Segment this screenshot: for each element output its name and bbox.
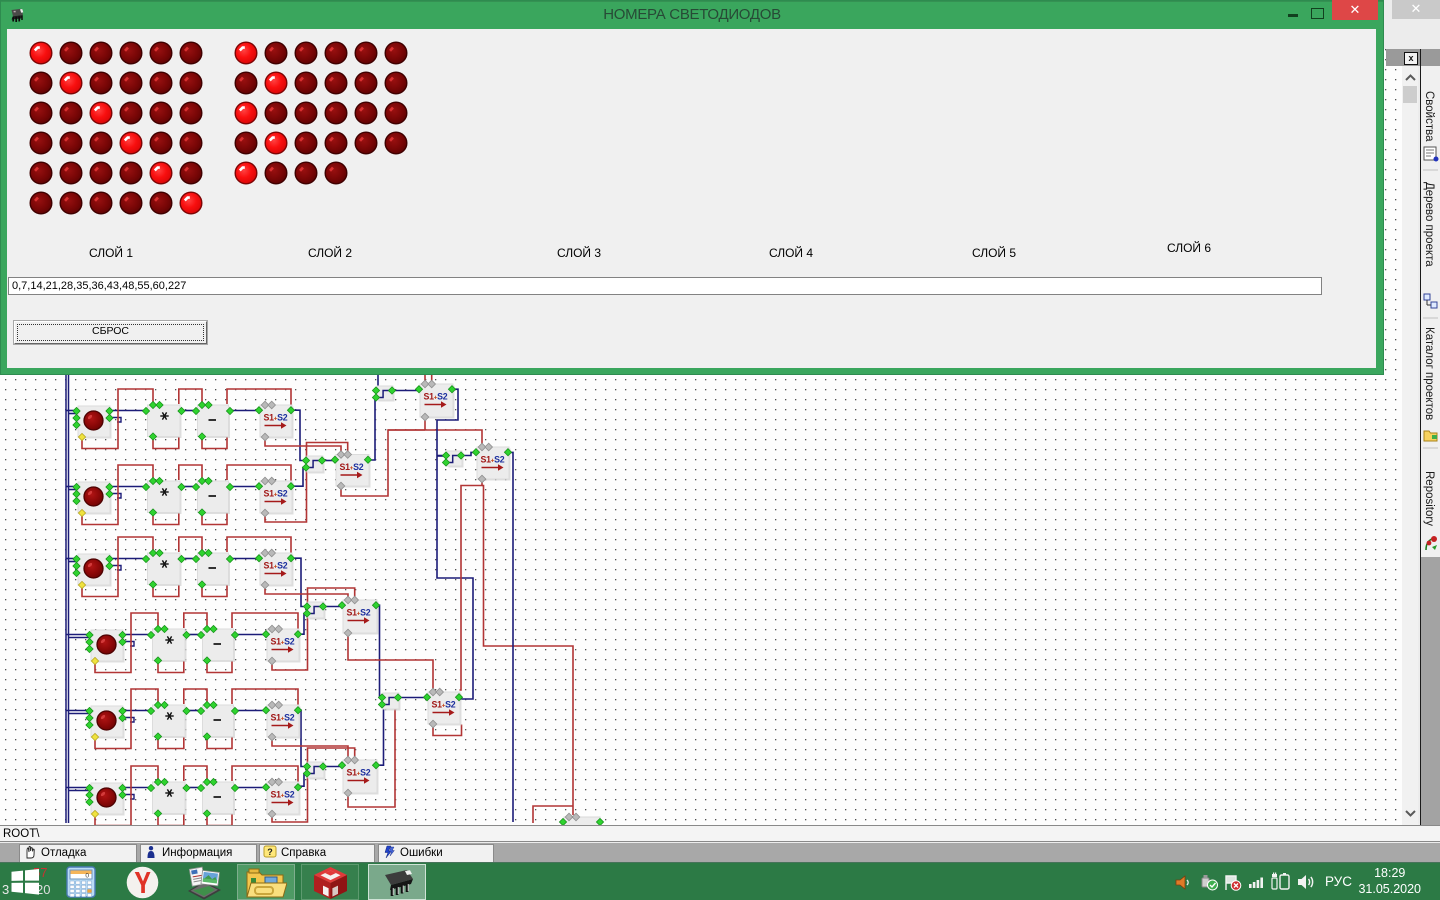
svg-text:Дерево проекта: Дерево проекта	[1423, 182, 1435, 267]
svg-text:Свойства: Свойства	[1423, 91, 1435, 142]
svg-text:Каталог проектов: Каталог проектов	[1423, 327, 1435, 420]
svg-text:?: ?	[267, 847, 273, 857]
svg-text:0: 0	[85, 873, 89, 880]
svg-text:Repository: Repository	[1423, 471, 1435, 526]
